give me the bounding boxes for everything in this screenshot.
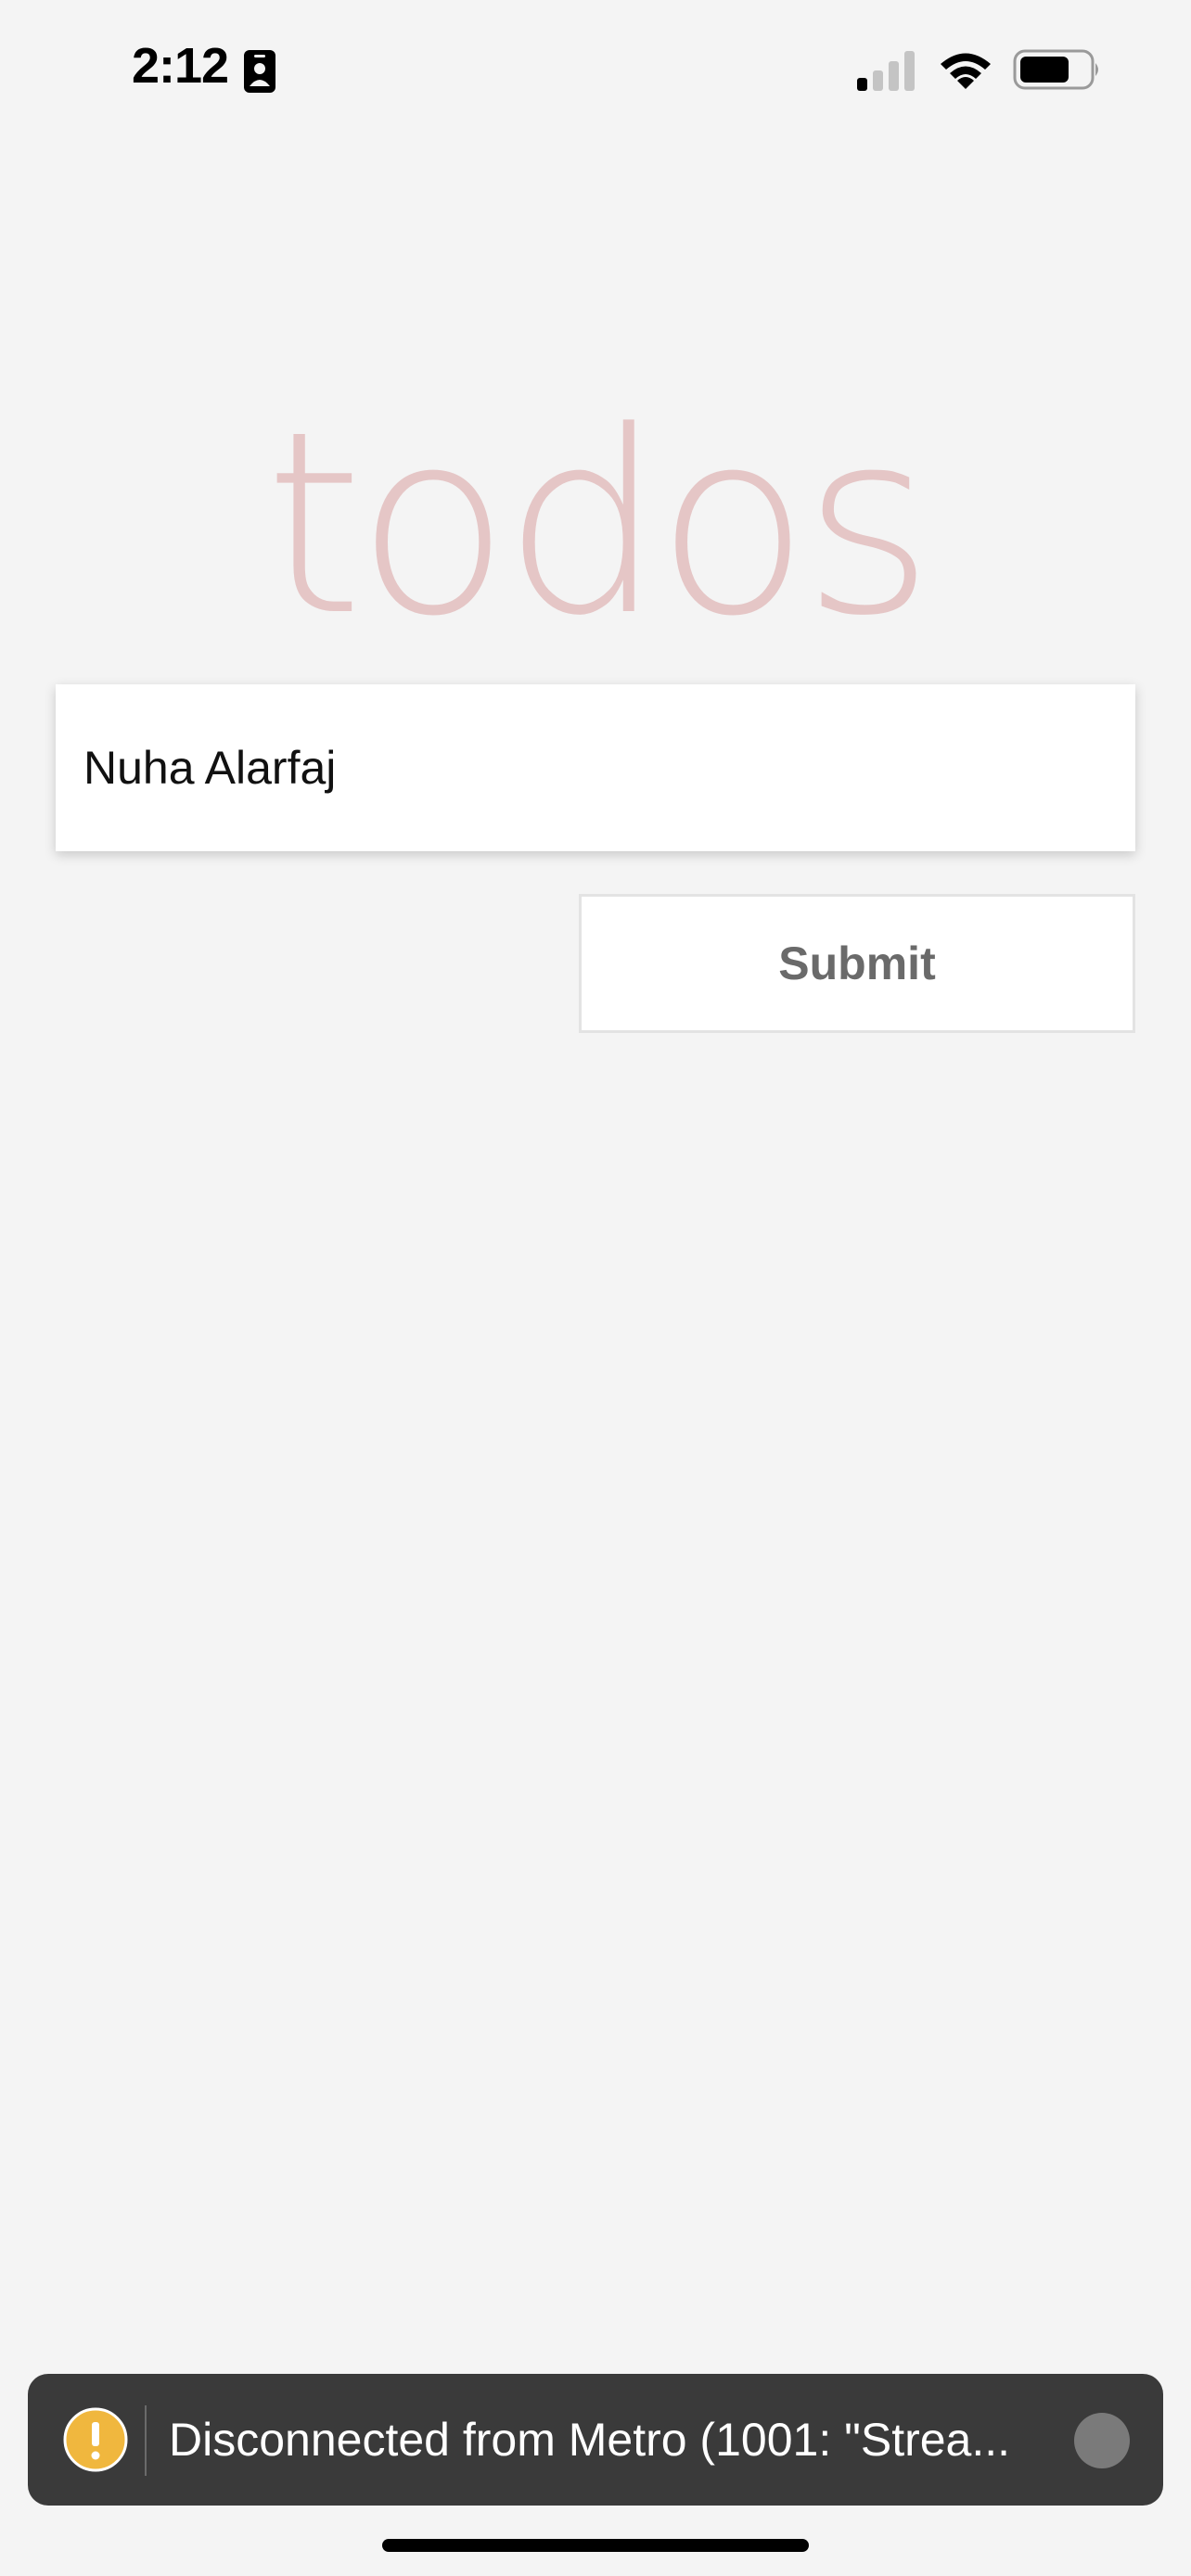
id-badge-icon — [244, 50, 275, 93]
app-title-text: todos — [264, 378, 934, 671]
todo-input[interactable] — [56, 684, 1135, 851]
battery-icon — [1013, 49, 1098, 90]
home-indicator[interactable] — [382, 2539, 809, 2552]
submit-button-label: Submit — [778, 937, 936, 989]
toast-dismiss-button[interactable] — [1074, 2413, 1130, 2468]
toast-message: Disconnected from Metro (1001: "Strea... — [169, 2414, 1011, 2466]
cellular-signal-icon — [857, 51, 915, 91]
warning-icon — [63, 2407, 128, 2472]
metro-toast[interactable]: Disconnected from Metro (1001: "Strea... — [28, 2374, 1163, 2506]
wifi-icon — [941, 53, 991, 89]
app-title: todos — [0, 399, 1191, 651]
todo-input-container — [56, 684, 1135, 851]
status-time: 2:12 — [132, 38, 229, 94]
submit-button[interactable]: Submit — [579, 894, 1135, 1033]
toast-divider — [145, 2405, 147, 2476]
status-bar: 2:12 — [0, 0, 1191, 139]
